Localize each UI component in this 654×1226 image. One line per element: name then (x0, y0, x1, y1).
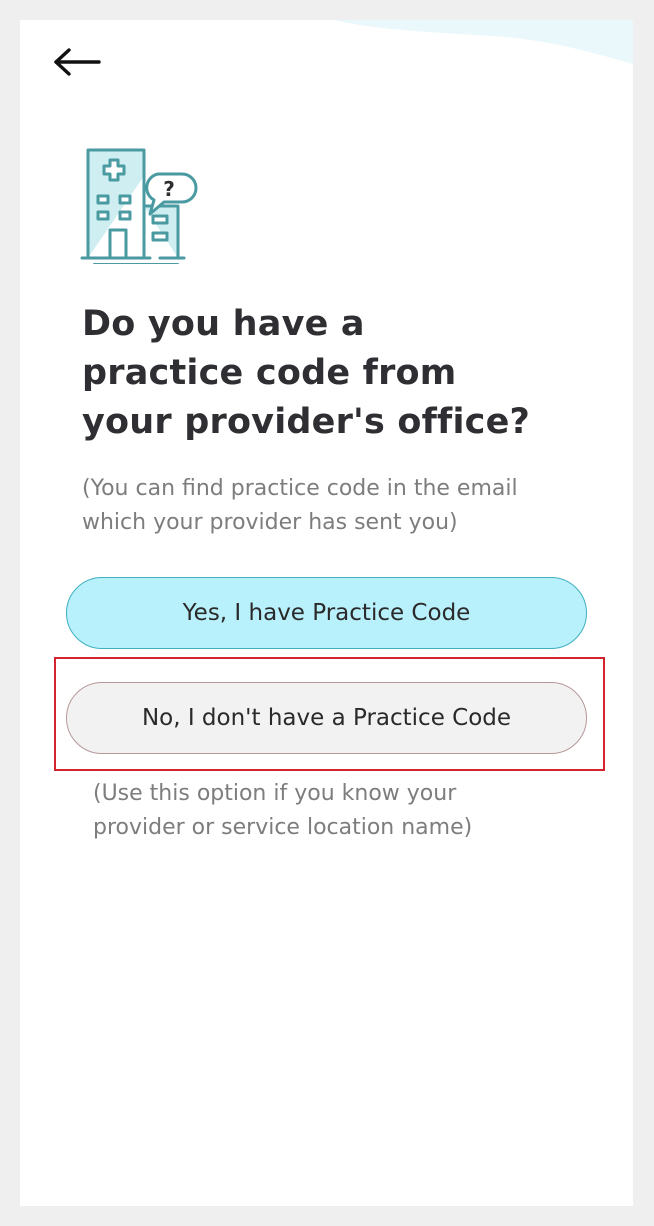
hospital-building-question-icon: ? (80, 148, 198, 264)
hint-line-2: provider or service location name) (93, 815, 473, 840)
back-button[interactable] (52, 42, 108, 82)
yes-practice-code-button[interactable]: Yes, I have Practice Code (66, 577, 587, 649)
question-mark-glyph: ? (163, 177, 175, 201)
title-line-3: your provider's office? (82, 402, 531, 442)
page-title: Do you have a practice code from your pr… (82, 300, 562, 447)
screen: ? Do you have a practice code from your … (20, 20, 633, 1206)
title-line-2: practice code from (82, 353, 457, 393)
no-option-hint: (Use this option if you know your provid… (93, 777, 593, 845)
hint-line-1: (Use this option if you know your (93, 781, 457, 806)
no-practice-code-button[interactable]: No, I don't have a Practice Code (66, 682, 587, 754)
background-wave-decoration (333, 20, 633, 64)
title-line-1: Do you have a (82, 304, 365, 344)
subtitle-line-2: which your provider has sent you) (82, 510, 458, 535)
yes-button-label: Yes, I have Practice Code (182, 600, 471, 626)
no-button-label: No, I don't have a Practice Code (141, 705, 512, 731)
page-subtitle: (You can find practice code in the email… (82, 472, 602, 540)
arrow-left-icon (54, 48, 101, 76)
subtitle-line-1: (You can find practice code in the email (82, 476, 518, 501)
